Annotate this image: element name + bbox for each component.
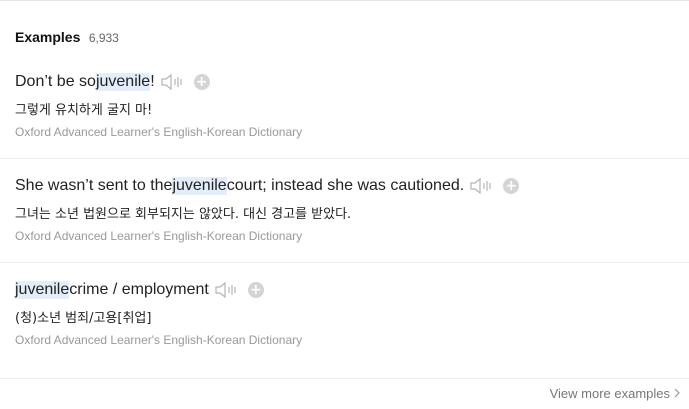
example-count: 6,933 — [88, 31, 119, 45]
sentence-text-before: Don’t be so — [15, 73, 96, 90]
speaker-icon[interactable] — [161, 73, 185, 91]
sentence-text-after: court; instead she was cautioned. — [226, 177, 465, 194]
example-divider — [0, 262, 689, 263]
top-divider — [0, 0, 689, 1]
view-more-label: View more examples — [549, 386, 670, 401]
view-more-examples-link[interactable]: View more examples — [550, 386, 680, 401]
example-translation: 그녀는 소년 법원으로 회부되지는 않았다. 대신 경고를 받았다. — [15, 207, 352, 222]
example-translation: (청)소년 범죄/고용[취업] — [15, 311, 152, 326]
speaker-icon[interactable] — [215, 281, 239, 299]
highlighted-term: juvenile — [95, 73, 151, 91]
speaker-icon[interactable] — [470, 177, 494, 195]
examples-header: Examples 6,933 — [15, 29, 119, 47]
example-source: Oxford Advanced Learner's English-Korean… — [15, 333, 303, 347]
sentence-text-after: ! — [150, 73, 155, 90]
example-sentence: She wasn’t sent to the juvenile court; i… — [15, 177, 520, 195]
footer-divider — [0, 378, 689, 379]
add-to-wordbook-icon[interactable]: + — [503, 178, 520, 194]
example-translation: 그렇게 유치하게 굴지 마! — [15, 103, 153, 118]
example-sentence: juvenile crime / employment + — [15, 281, 264, 299]
add-to-wordbook-icon[interactable]: + — [193, 74, 210, 90]
add-to-wordbook-icon[interactable]: + — [247, 282, 264, 298]
sentence-text-before: She wasn’t sent to the — [15, 177, 173, 194]
example-source: Oxford Advanced Learner's English-Korean… — [15, 229, 303, 243]
example-divider — [0, 158, 689, 159]
example-sentence: Don’t be so juvenile! + — [15, 73, 210, 91]
highlighted-term: juvenile — [172, 177, 227, 195]
section-title: Examples — [15, 29, 81, 45]
example-source: Oxford Advanced Learner's English-Korean… — [15, 125, 303, 139]
sentence-text-after: crime / employment — [69, 281, 209, 298]
chevron-right-icon — [674, 386, 680, 401]
highlighted-term: juvenile — [15, 281, 70, 299]
